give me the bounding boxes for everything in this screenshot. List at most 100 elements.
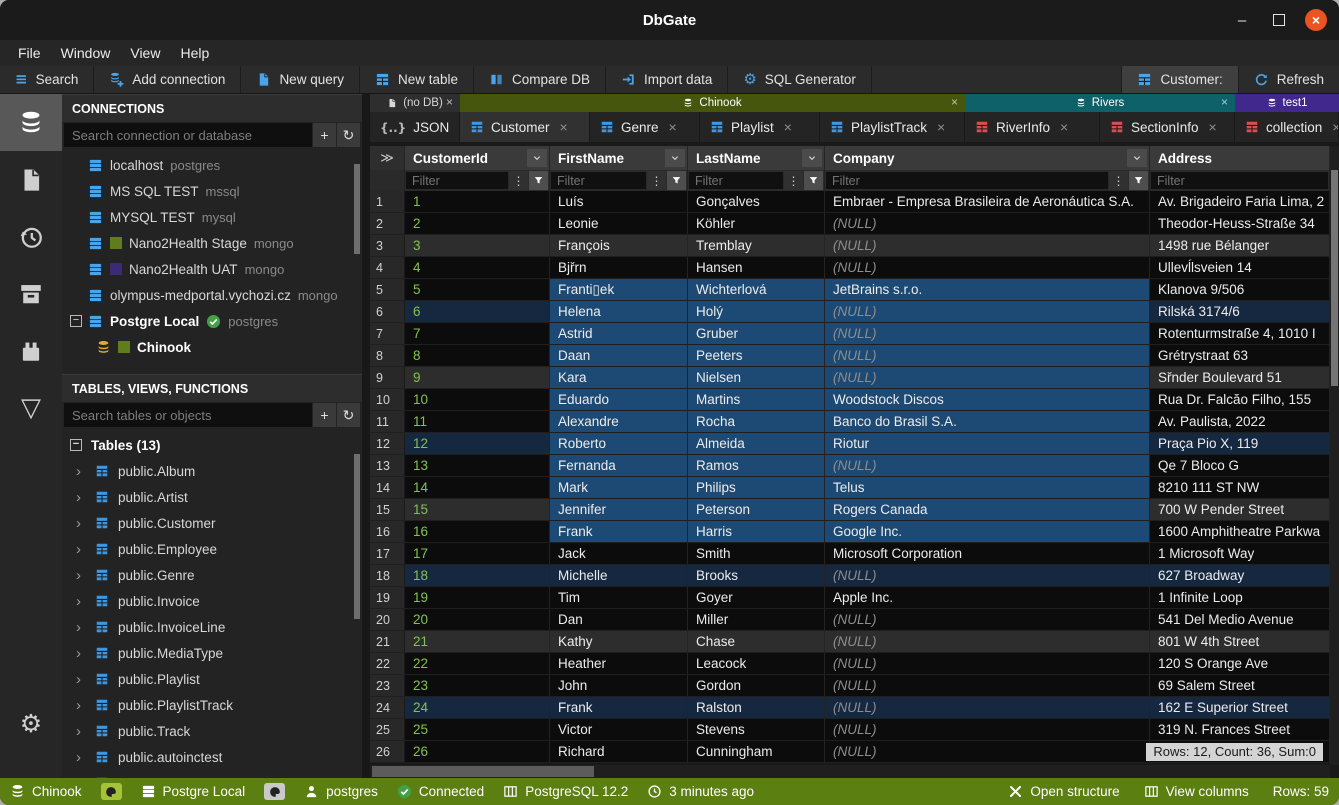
cell-Address[interactable]: Rua Dr. Falcăo Filho, 155 (1150, 389, 1330, 410)
cell-FirstName[interactable]: Astrid (550, 323, 688, 344)
cell-FirstName[interactable]: Bjřrn (550, 257, 688, 278)
color-palette-icon[interactable] (101, 783, 122, 800)
open-structure-button[interactable]: Open structure (1008, 784, 1119, 799)
rail-history[interactable] (0, 208, 62, 265)
cell-Company[interactable]: Google Inc. (825, 521, 1150, 542)
Nano2Health Stage[interactable]: Nano2Health Stage mongo (62, 230, 362, 256)
cell-Address[interactable]: Qe 7 Bloco G (1150, 455, 1330, 476)
cell-Company[interactable]: (NULL) (825, 301, 1150, 322)
table-item[interactable]: › public.Artist (62, 484, 362, 510)
cell-Address[interactable]: 1498 rue Bélanger (1150, 235, 1330, 256)
table-item[interactable]: › public.Track (62, 718, 362, 744)
row-number[interactable]: 4 (370, 257, 405, 278)
tab-group-nodb[interactable]: (no DB) × (370, 94, 460, 112)
connections-scrollbar[interactable] (354, 164, 360, 354)
row-number[interactable]: 15 (370, 499, 405, 520)
cell-CustomerId[interactable]: 12 (405, 433, 550, 454)
column-header-FirstName[interactable]: FirstName (550, 146, 688, 170)
new-query-button[interactable]: New query (241, 66, 360, 93)
chevron-right-icon[interactable]: › (76, 619, 86, 636)
rail-connections[interactable] (0, 94, 62, 151)
row-number[interactable]: 5 (370, 279, 405, 300)
connection-color-badge[interactable] (264, 783, 285, 800)
Nano2Health UAT[interactable]: Nano2Health UAT mongo (62, 256, 362, 282)
cell-CustomerId[interactable]: 20 (405, 609, 550, 630)
column-dropdown-button[interactable] (1127, 149, 1147, 167)
refresh-tables-icon[interactable]: ↻ (337, 403, 360, 427)
cell-Company[interactable]: Apple Inc. (825, 587, 1150, 608)
cell-CustomerId[interactable]: 26 (405, 741, 550, 762)
cell-Address[interactable]: 627 Broadway (1150, 565, 1330, 586)
cell-FirstName[interactable]: Heather (550, 653, 688, 674)
cell-CustomerId[interactable]: 7 (405, 323, 550, 344)
cell-LastName[interactable]: Ralston (688, 697, 825, 718)
cell-FirstName[interactable]: Frank (550, 521, 688, 542)
row-number[interactable]: 22 (370, 653, 405, 674)
cell-Address[interactable]: Praça Pio X, 119 (1150, 433, 1330, 454)
cell-LastName[interactable]: Köhler (688, 213, 825, 234)
cell-Address[interactable]: 1 Microsoft Way (1150, 543, 1330, 564)
cell-Company[interactable]: (NULL) (825, 367, 1150, 388)
table-item[interactable]: › public.Employee (62, 536, 362, 562)
Postgre Local[interactable]: − Postgre Local postgres (62, 308, 362, 334)
Chinook[interactable]: Chinook (62, 334, 362, 360)
cell-FirstName[interactable]: Jennifer (550, 499, 688, 520)
new-table-button[interactable]: New table (360, 66, 474, 93)
statusbar-connection[interactable]: Postgre Local (141, 784, 246, 799)
cell-FirstName[interactable]: Alexandre (550, 411, 688, 432)
cell-FirstName[interactable]: Jack (550, 543, 688, 564)
column-dropdown-button[interactable] (802, 149, 822, 167)
cell-Company[interactable]: (NULL) (825, 257, 1150, 278)
cell-Company[interactable]: (NULL) (825, 609, 1150, 630)
MYSQL TEST[interactable]: MYSQL TEST mysql (62, 204, 362, 230)
chevron-right-icon[interactable]: › (76, 463, 86, 480)
tab-playlisttrack[interactable]: PlaylistTrack × (820, 112, 965, 142)
cell-CustomerId[interactable]: 5 (405, 279, 550, 300)
row-number[interactable]: 6 (370, 301, 405, 322)
column-header-LastName[interactable]: LastName (688, 146, 825, 170)
cell-CustomerId[interactable]: 23 (405, 675, 550, 696)
cell-FirstName[interactable]: Kara (550, 367, 688, 388)
row-number[interactable]: 7 (370, 323, 405, 344)
table-item[interactable]: › public.InvoiceLine (62, 614, 362, 640)
cell-FirstName[interactable]: Leonie (550, 213, 688, 234)
rail-files[interactable] (0, 151, 62, 208)
cell-FirstName[interactable]: Daan (550, 345, 688, 366)
cell-LastName[interactable]: Gruber (688, 323, 825, 344)
cell-Address[interactable]: Rilská 3174/6 (1150, 301, 1330, 322)
chevron-right-icon[interactable]: › (76, 671, 86, 688)
row-number[interactable]: 25 (370, 719, 405, 740)
table-item[interactable]: › public.Genre (62, 562, 362, 588)
filter-menu-icon[interactable]: ⋮ (784, 171, 803, 190)
table-item[interactable]: › public.Invoice (62, 588, 362, 614)
cell-LastName[interactable]: Gonçalves (688, 191, 825, 212)
scrollbar-thumb[interactable] (372, 766, 594, 777)
filter-input-CustomerId[interactable] (406, 172, 508, 189)
tab-customer[interactable]: Customer × (460, 112, 590, 142)
row-number[interactable]: 20 (370, 609, 405, 630)
menu-item[interactable]: View (120, 45, 170, 61)
import-data-button[interactable]: Import data (606, 66, 728, 93)
chevron-right-icon[interactable]: › (76, 697, 86, 714)
settings-gear-icon[interactable]: ⚙ (0, 703, 62, 743)
cell-LastName[interactable]: Gordon (688, 675, 825, 696)
cell-FirstName[interactable]: Dan (550, 609, 688, 630)
chevron-right-icon[interactable]: › (76, 749, 86, 766)
expand-columns-icon[interactable]: ≫ (370, 146, 405, 170)
row-number[interactable]: 26 (370, 741, 405, 762)
cell-CustomerId[interactable]: 24 (405, 697, 550, 718)
tab-json[interactable]: {..} JSON × (370, 112, 460, 142)
column-header-Address[interactable]: Address (1150, 146, 1330, 170)
current-tab-button[interactable]: Customer: (1121, 66, 1237, 93)
cell-Company[interactable]: Banco do Brasil S.A. (825, 411, 1150, 432)
close-tab-group-icon[interactable]: × (446, 95, 453, 109)
cell-CustomerId[interactable]: 10 (405, 389, 550, 410)
cell-LastName[interactable]: Ramos (688, 455, 825, 476)
olympus-medportal.vychozi.cz[interactable]: olympus-medportal.vychozi.cz mongo (62, 282, 362, 308)
column-dropdown-button[interactable] (665, 149, 685, 167)
add-table-icon[interactable]: + (313, 403, 336, 427)
cell-Company[interactable]: (NULL) (825, 653, 1150, 674)
cell-CustomerId[interactable]: 1 (405, 191, 550, 212)
table-item[interactable]: › public.MediaType (62, 640, 362, 666)
cell-Address[interactable]: Grétrystraat 63 (1150, 345, 1330, 366)
